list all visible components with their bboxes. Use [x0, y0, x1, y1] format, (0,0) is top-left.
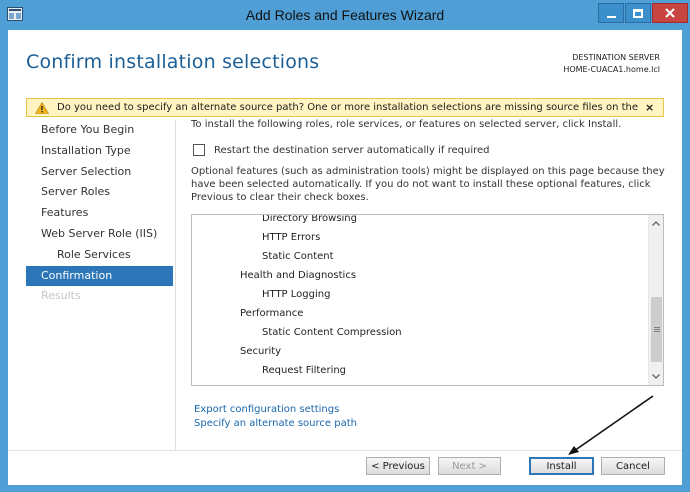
- wizard-body: Confirm installation selections DESTINAT…: [8, 30, 682, 485]
- alternate-source-link[interactable]: Specify an alternate source path: [194, 417, 357, 431]
- list-item: HTTP Errors: [262, 232, 321, 243]
- next-button: Next >: [438, 457, 501, 475]
- wizard-steps-nav: Before You Begin Installation Type Serve…: [26, 120, 173, 307]
- previous-button[interactable]: < Previous: [366, 457, 430, 475]
- destination-server-name: HOME-CUACA1.home.lcl: [563, 65, 660, 74]
- chevron-down-icon: [652, 374, 660, 379]
- destination-label: DESTINATION SERVER: [572, 53, 660, 62]
- install-button[interactable]: Install: [529, 457, 594, 475]
- nav-item-confirmation[interactable]: Confirmation: [26, 265, 173, 287]
- confirmation-panel: To install the following roles, role ser…: [191, 118, 671, 203]
- list-item: Static Content Compression: [262, 327, 402, 338]
- list-item: HTTP Logging: [262, 289, 331, 300]
- minimize-button[interactable]: [598, 3, 624, 23]
- chevron-up-icon: [652, 221, 660, 226]
- list-item: Health and Diagnostics: [240, 270, 357, 281]
- warning-text: Do you need to specify an alternate sour…: [57, 102, 639, 113]
- scroll-up-button[interactable]: [650, 217, 662, 230]
- cancel-button[interactable]: Cancel: [601, 457, 665, 475]
- restart-option[interactable]: Restart the destination server automatic…: [193, 144, 489, 156]
- close-button[interactable]: [652, 3, 688, 23]
- list-item: Directory Browsing: [262, 214, 357, 224]
- nav-divider: [175, 120, 176, 450]
- scroll-thumb[interactable]: [651, 297, 662, 362]
- nav-item-web-server-role[interactable]: Web Server Role (IIS): [26, 224, 173, 245]
- nav-item-results: Results: [41, 289, 81, 303]
- maximize-icon: [633, 8, 643, 18]
- export-config-link[interactable]: Export configuration settings: [194, 403, 357, 417]
- list-scrollbar[interactable]: [648, 215, 663, 385]
- destination-server-info: DESTINATION SERVER HOME-CUACA1.home.lcl: [563, 52, 660, 76]
- nav-item-before-you-begin[interactable]: Before You Begin: [26, 120, 173, 141]
- scroll-down-button[interactable]: [650, 370, 662, 383]
- maximize-button[interactable]: [625, 3, 651, 23]
- warning-banner: Do you need to specify an alternate sour…: [26, 98, 664, 117]
- selections-list[interactable]: Directory Browsing HTTP Errors Static Co…: [191, 214, 664, 386]
- nav-item-server-roles[interactable]: Server Roles: [26, 182, 173, 203]
- close-icon: [665, 8, 675, 18]
- list-item: Performance: [240, 308, 304, 319]
- list-item: Security: [240, 346, 282, 357]
- list-item: Request Filtering: [262, 365, 347, 376]
- warning-icon: [35, 101, 49, 114]
- nav-item-server-selection[interactable]: Server Selection: [26, 162, 173, 183]
- list-item: Static Content: [262, 251, 334, 262]
- nav-item-role-services[interactable]: Role Services: [26, 245, 173, 266]
- action-links: Export configuration settings Specify an…: [194, 403, 357, 431]
- window-frame: Add Roles and Features Wizard Confirm in…: [0, 0, 690, 492]
- restart-label[interactable]: Restart the destination server automatic…: [214, 145, 489, 156]
- restart-checkbox[interactable]: [193, 144, 205, 156]
- grip-icon: [653, 327, 660, 332]
- intro-text: To install the following roles, role ser…: [191, 119, 622, 130]
- nav-item-installation-type[interactable]: Installation Type: [26, 141, 173, 162]
- minimize-icon: [606, 16, 616, 18]
- warning-close-button[interactable]: ×: [645, 101, 654, 114]
- page-title: Confirm installation selections: [26, 51, 320, 73]
- nav-item-features[interactable]: Features: [26, 203, 173, 224]
- button-bar-divider: [8, 450, 682, 451]
- optional-features-note: Optional features (such as administratio…: [191, 166, 665, 203]
- title-bar: Add Roles and Features Wizard: [0, 0, 690, 30]
- selections-list-content: Directory Browsing HTTP Errors Static Co…: [192, 214, 647, 380]
- window-title: Add Roles and Features Wizard: [245, 7, 445, 23]
